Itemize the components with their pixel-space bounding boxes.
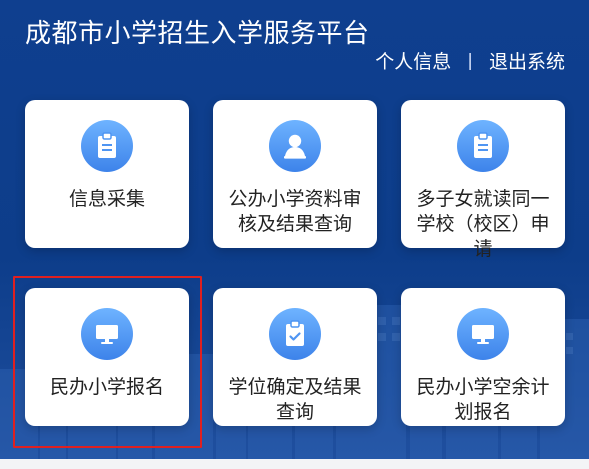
app-root: 成都市小学招生入学服务平台 个人信息 | 退出系统 信息采集 公办小学资料审核及…	[0, 0, 589, 469]
clipboard-check-icon	[269, 308, 321, 360]
header-separator: |	[467, 50, 473, 71]
logout-link[interactable]: 退出系统	[489, 47, 565, 74]
card-label: 信息采集	[68, 188, 145, 210]
bottom-band	[0, 459, 589, 469]
monitor-icon	[81, 308, 133, 360]
clipboard-icon	[457, 120, 509, 172]
card-private-vacancy-registration[interactable]: 民办小学空余计划报名	[401, 288, 565, 426]
personal-info-link[interactable]: 个人信息	[375, 47, 451, 74]
header-links: 个人信息 | 退出系统	[375, 47, 565, 74]
card-multi-child-application[interactable]: 多子女就读同一学校（校区）申请	[401, 100, 565, 260]
card-placement-result-query[interactable]: 学位确定及结果查询	[213, 288, 377, 426]
card-label: 民办小学空余计划报名	[416, 376, 550, 423]
card-info-collection[interactable]: 信息采集	[25, 100, 189, 248]
app-title: 成都市小学招生入学服务平台	[25, 19, 370, 49]
card-label: 多子女就读同一学校（校区）申请	[416, 188, 550, 260]
card-label: 学位确定及结果查询	[228, 376, 362, 423]
clipboard-icon	[81, 120, 133, 172]
card-private-school-registration[interactable]: 民办小学报名	[25, 288, 189, 426]
user-icon	[269, 120, 321, 172]
header: 成都市小学招生入学服务平台 个人信息 | 退出系统	[0, 0, 589, 88]
card-public-school-review[interactable]: 公办小学资料审核及结果查询	[213, 100, 377, 248]
monitor-icon	[457, 308, 509, 360]
card-label: 民办小学报名	[49, 376, 164, 398]
card-label: 公办小学资料审核及结果查询	[228, 188, 362, 235]
